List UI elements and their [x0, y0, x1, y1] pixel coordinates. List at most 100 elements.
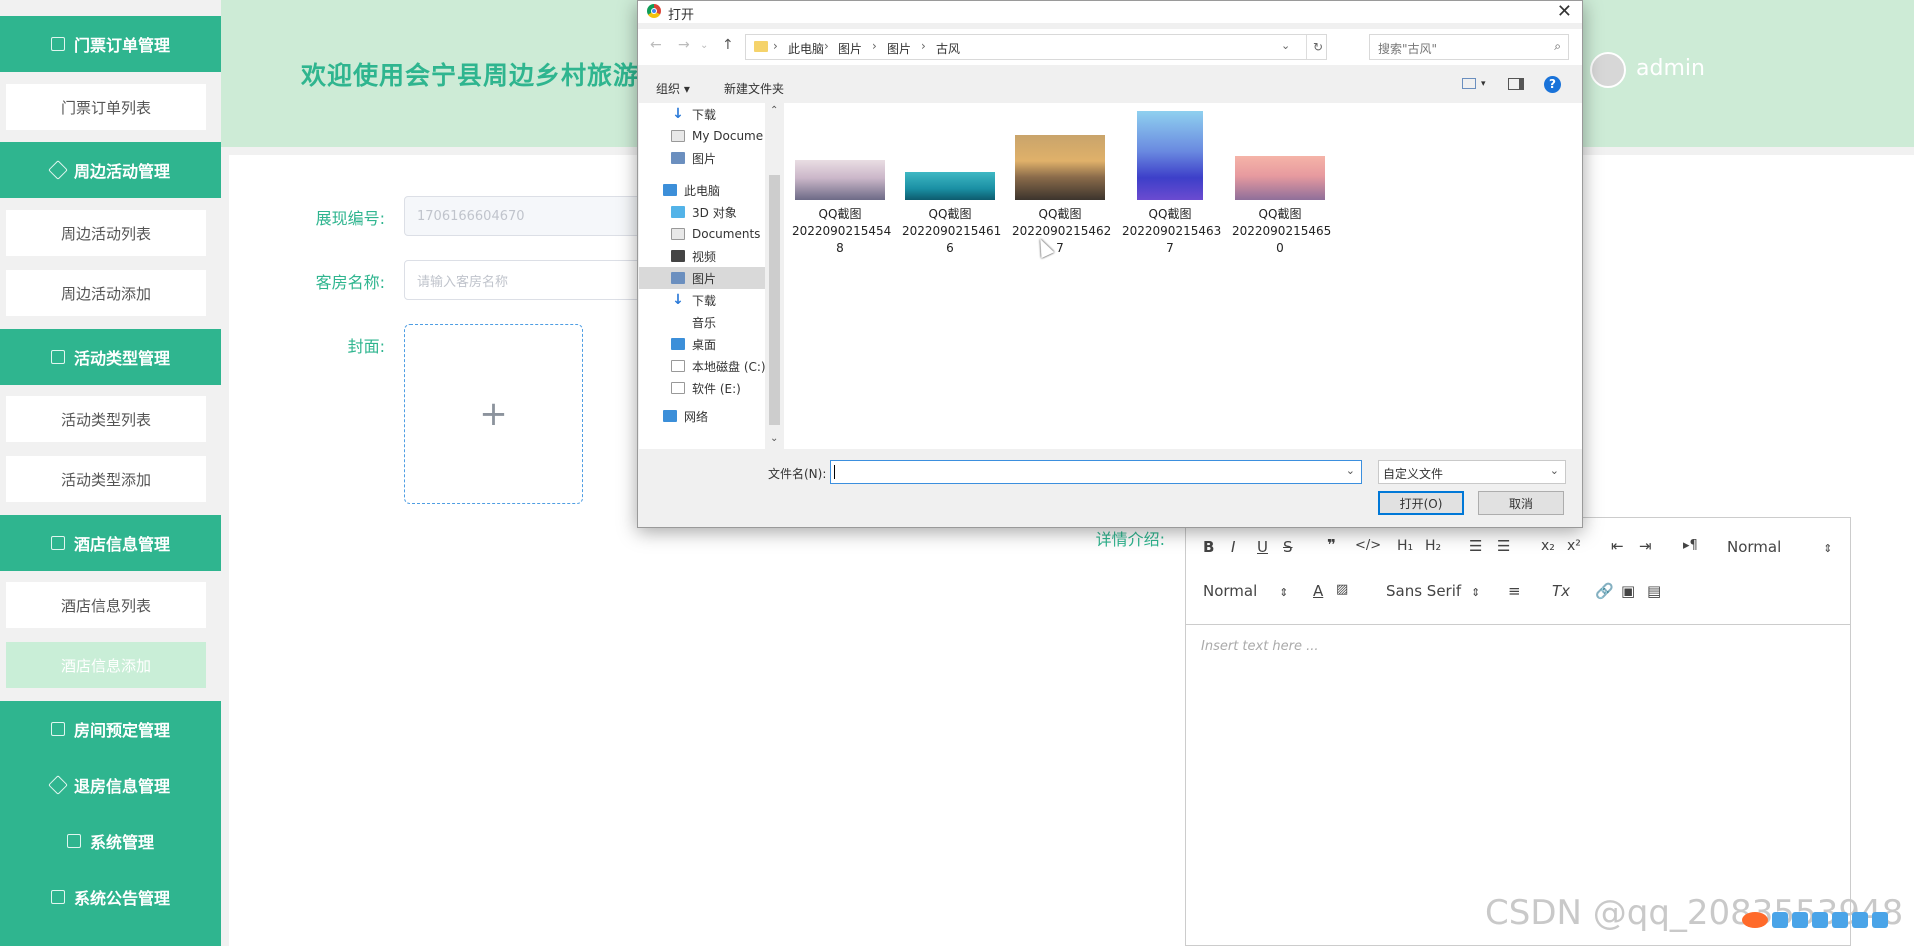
address-bar[interactable]: › 此电脑 › 图片 › 图片 › 古风 ⌄ ↻	[745, 34, 1327, 60]
nav-item-pictures[interactable]: 图片📌	[639, 147, 765, 169]
menu-item-activity-list[interactable]: 周边活动列表	[6, 210, 206, 256]
file-item[interactable]: QQ截图 2022090215461 6	[902, 111, 1001, 257]
align-icon[interactable]: ≡	[1508, 582, 1521, 600]
font-color-icon[interactable]: A	[1313, 582, 1323, 600]
menu-item-ticket-order-list[interactable]: 门票订单列表	[6, 84, 206, 130]
search-input[interactable]: 搜索"古风" ⌕	[1369, 34, 1569, 60]
outdent-icon[interactable]: ⇤	[1611, 537, 1624, 555]
nav-item-desktop[interactable]: 桌面	[639, 333, 765, 355]
breadcrumb[interactable]: 图片	[838, 40, 862, 57]
sogou-icon[interactable]	[1742, 912, 1768, 928]
avatar[interactable]	[1590, 52, 1626, 88]
help-icon[interactable]: ?	[1544, 76, 1561, 93]
open-button[interactable]: 打开(O)	[1378, 491, 1464, 515]
new-folder-button[interactable]: 新建文件夹	[724, 80, 784, 97]
italic-icon[interactable]: I	[1231, 538, 1235, 556]
rtl-icon[interactable]: ▸¶	[1683, 538, 1698, 553]
scroll-down-icon[interactable]: ⌄	[770, 433, 778, 444]
background-color-icon[interactable]: ▨	[1336, 582, 1348, 597]
menu-group-ticket-orders[interactable]: 门票订单管理	[0, 16, 221, 72]
menu-item-hotel-list[interactable]: 酒店信息列表	[6, 582, 206, 628]
superscript-icon[interactable]: x²	[1567, 538, 1581, 554]
tray-icon[interactable]	[1812, 912, 1828, 928]
chevron-down-icon[interactable]: ⌄	[1346, 464, 1355, 477]
nav-item-documents[interactable]: Documents	[639, 223, 765, 245]
clean-format-icon[interactable]: Tx	[1552, 582, 1570, 600]
forward-icon[interactable]: →	[678, 37, 690, 53]
bullet-list-icon[interactable]: ☰	[1497, 537, 1510, 555]
size-select[interactable]: Normal ⇕	[1203, 582, 1289, 600]
menu-group-activity-types[interactable]: 活动类型管理	[0, 329, 221, 385]
cancel-button[interactable]: 取消	[1478, 491, 1564, 515]
nav-item-drive-e[interactable]: 软件 (E:)	[639, 377, 765, 399]
underline-icon[interactable]: U	[1257, 538, 1268, 556]
strike-icon[interactable]: S	[1283, 538, 1293, 556]
microphone-icon[interactable]	[1832, 912, 1848, 928]
chevron-down-icon[interactable]: ⌄	[700, 40, 708, 51]
nav-item-drive-c[interactable]: 本地磁盘 (C:)	[639, 355, 765, 377]
refresh-icon[interactable]: ↻	[1306, 35, 1323, 59]
keyboard-icon[interactable]	[1872, 912, 1888, 928]
menu-group-more[interactable]	[0, 925, 221, 946]
file-item[interactable]: QQ截图 2022090215465 0	[1232, 111, 1331, 257]
user-name[interactable]: admin	[1636, 56, 1705, 81]
nav-item-3d-objects[interactable]: 3D 对象	[639, 201, 765, 223]
nav-item-network[interactable]: 网络	[639, 405, 765, 427]
chevron-down-icon[interactable]: ⌄	[1281, 39, 1290, 52]
room-name-input[interactable]: 请输入客房名称	[404, 260, 654, 300]
menu-item-activity-type-list[interactable]: 活动类型列表	[6, 396, 206, 442]
h2-icon[interactable]: H₂	[1425, 538, 1441, 554]
chevron-down-icon[interactable]: ▾	[1481, 79, 1486, 89]
indent-icon[interactable]: ⇥	[1639, 537, 1652, 555]
filename-input[interactable]: ⌄	[830, 460, 1362, 484]
menu-group-hotels[interactable]: 酒店信息管理	[0, 515, 221, 571]
video-icon[interactable]: ▤	[1647, 582, 1661, 600]
menu-item-hotel-add[interactable]: 酒店信息添加	[6, 642, 206, 688]
font-select[interactable]: Sans Serif ⇕	[1386, 582, 1480, 600]
back-icon[interactable]: ←	[650, 37, 662, 53]
breadcrumb[interactable]: 图片	[887, 40, 911, 57]
image-icon[interactable]: ▣	[1621, 582, 1635, 600]
menu-group-room-booking[interactable]: 房间预定管理	[0, 701, 221, 757]
menu-group-announcements[interactable]: 系统公告管理	[0, 869, 221, 925]
code-icon[interactable]: </>	[1355, 538, 1381, 553]
header-select[interactable]: Normal ⇕	[1727, 538, 1833, 556]
preview-pane-icon[interactable]	[1508, 78, 1524, 90]
menu-item-activity-add[interactable]: 周边活动添加	[6, 270, 206, 316]
file-item[interactable]: QQ截图 2022090215454 8	[792, 111, 891, 257]
cover-uploader[interactable]: +	[404, 324, 583, 504]
scroll-thumb[interactable]	[769, 175, 780, 425]
breadcrumb[interactable]: 古风	[936, 40, 960, 57]
subscript-icon[interactable]: x₂	[1541, 538, 1555, 554]
close-icon[interactable]: ✕	[1557, 1, 1572, 22]
nav-item-this-pc[interactable]: 此电脑	[639, 179, 765, 201]
file-type-select[interactable]: 自定义文件 ⌄	[1378, 460, 1566, 484]
menu-item-activity-type-add[interactable]: 活动类型添加	[6, 456, 206, 502]
ordered-list-icon[interactable]: ☰	[1469, 537, 1482, 555]
file-item[interactable]: QQ截图 2022090215463 7	[1122, 111, 1221, 257]
organize-button[interactable]: 组织 ▾	[656, 80, 690, 97]
h1-icon[interactable]: H₁	[1397, 538, 1413, 554]
bold-icon[interactable]: B	[1203, 538, 1214, 556]
editor-body[interactable]: Insert text here ...	[1186, 625, 1850, 668]
nav-item-videos[interactable]: 视频	[639, 245, 765, 267]
breadcrumb[interactable]: 此电脑	[788, 40, 824, 57]
menu-group-checkout[interactable]: 退房信息管理	[0, 757, 221, 813]
nav-item-downloads-pc[interactable]: ↓ 下载	[639, 289, 765, 311]
menu-group-activities[interactable]: 周边活动管理	[0, 142, 221, 198]
tray-icon[interactable]	[1772, 912, 1788, 928]
up-icon[interactable]: ↑	[722, 37, 734, 53]
tray-icon[interactable]	[1792, 912, 1808, 928]
scroll-up-icon[interactable]: ⌃	[770, 105, 778, 116]
nav-pane-scrollbar[interactable]: ⌃ ⌄	[766, 103, 783, 449]
nav-item-pictures-pc[interactable]: 图片	[639, 267, 765, 289]
tray-icon[interactable]	[1852, 912, 1868, 928]
file-item[interactable]: QQ截图 2022090215462 7	[1012, 111, 1111, 257]
nav-item-my-documents[interactable]: My Docume📌	[639, 125, 765, 147]
view-icon[interactable]	[1462, 78, 1476, 89]
blockquote-icon[interactable]: ❞	[1327, 536, 1336, 554]
menu-group-system[interactable]: 系统管理	[0, 813, 221, 869]
link-icon[interactable]: 🔗	[1595, 582, 1614, 600]
nav-item-downloads[interactable]: ↓下载📌	[639, 103, 765, 125]
nav-item-music[interactable]: 音乐	[639, 311, 765, 333]
